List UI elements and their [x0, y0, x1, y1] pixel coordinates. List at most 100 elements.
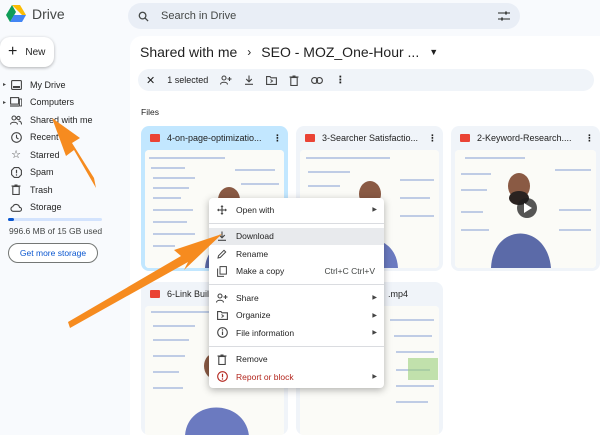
more-options-icon[interactable]: ⋮	[335, 75, 345, 86]
menu-item-label: Download	[236, 231, 274, 242]
drive-logo[interactable]: Drive	[6, 5, 65, 23]
menu-item-download[interactable]: Download	[209, 227, 384, 245]
sidebar-item-recent[interactable]: Recent	[0, 129, 120, 147]
menu-item-file-information[interactable]: File information ▶	[209, 324, 384, 342]
menu-divider	[209, 345, 384, 347]
submenu-arrow-icon: ▶	[372, 374, 377, 381]
sidebar-item-label: Computers	[30, 97, 75, 108]
clock-icon	[10, 131, 22, 143]
download-icon[interactable]	[244, 75, 254, 85]
copy-icon	[216, 265, 228, 277]
clear-selection-icon[interactable]: ✕	[146, 74, 155, 87]
menu-item-label: File information	[236, 327, 295, 338]
share-person-icon	[216, 293, 228, 303]
sidebar-item-my-drive[interactable]: ▸ My Drive	[0, 76, 120, 94]
file-name: 2-Keyword-Research....	[477, 133, 572, 143]
menu-item-label: Make a copy	[236, 266, 285, 277]
move-to-folder-icon[interactable]	[266, 75, 278, 85]
breadcrumb-current[interactable]: SEO - MOZ_One-Hour ...	[261, 44, 419, 60]
expand-caret-icon[interactable]: ▸	[3, 99, 9, 106]
sidebar-item-shared-with-me[interactable]: Shared with me	[0, 111, 120, 129]
trash-icon	[10, 184, 22, 196]
sidebar-item-starred[interactable]: ☆ Starred	[0, 146, 120, 164]
drive-logo-icon	[6, 5, 26, 22]
shared-icon	[10, 114, 22, 126]
sidebar-nav: ▸ My Drive ▸ Computers Shared with me Re…	[0, 76, 120, 216]
menu-item-rename[interactable]: Rename	[209, 245, 384, 263]
sidebar-item-label: Shared with me	[30, 114, 93, 125]
files-section-label: Files	[141, 107, 159, 117]
submenu-arrow-icon: ▶	[372, 207, 377, 214]
storage-usage-text: 996.6 MB of 15 GB used	[9, 226, 103, 236]
menu-item-label: Open with	[236, 204, 275, 215]
chevron-right-icon: ›	[247, 45, 252, 59]
menu-item-open-with[interactable]: Open with ▶	[209, 201, 384, 219]
menu-item-label: Remove	[236, 354, 268, 365]
sidebar-item-label: Spam	[30, 167, 54, 178]
my-drive-icon	[10, 79, 22, 91]
star-icon: ☆	[11, 149, 21, 162]
menu-item-label: Organize	[236, 310, 271, 321]
menu-item-label: Share	[236, 292, 259, 303]
search-options-icon[interactable]	[498, 11, 510, 21]
storage-progress-fill	[8, 218, 15, 221]
sidebar-item-label: Recent	[30, 132, 59, 143]
sidebar-item-label: Starred	[30, 149, 60, 160]
computer-icon	[10, 96, 22, 108]
menu-item-shortcut: Ctrl+C Ctrl+V	[324, 266, 375, 277]
storage-progress-bar	[8, 218, 102, 221]
sidebar-item-trash[interactable]: Trash	[0, 181, 120, 199]
submenu-arrow-icon: ▶	[372, 295, 377, 302]
search-input[interactable]: Search in Drive	[161, 10, 498, 22]
menu-item-report-or-block[interactable]: Report or block ▶	[209, 368, 384, 386]
file-name: .mp4	[388, 289, 409, 299]
expand-caret-icon[interactable]: ▸	[3, 81, 9, 88]
video-file-icon	[150, 134, 160, 142]
sidebar-item-storage[interactable]: Storage	[0, 199, 120, 217]
submenu-arrow-icon: ▶	[372, 312, 377, 319]
new-button-label: New	[25, 46, 46, 58]
more-options-icon[interactable]: ⋮	[273, 133, 282, 144]
file-name: 3-Searcher Satisfactio...	[322, 133, 419, 143]
pencil-icon	[216, 249, 228, 259]
trash-icon[interactable]	[289, 75, 299, 86]
report-icon	[216, 371, 228, 383]
spam-icon	[10, 166, 22, 178]
menu-divider	[209, 222, 384, 224]
file-name: 4-on-page-optimizatio...	[167, 133, 262, 143]
sidebar-item-spam[interactable]: Spam	[0, 164, 120, 182]
submenu-arrow-icon: ▶	[372, 330, 377, 337]
search-icon	[138, 11, 149, 22]
app-name: Drive	[32, 6, 65, 22]
cloud-icon	[10, 201, 22, 213]
search-bar[interactable]: Search in Drive	[128, 3, 520, 29]
breadcrumb-root[interactable]: Shared with me	[140, 44, 237, 60]
selection-toolbar: ✕ 1 selected ⋮	[138, 69, 594, 91]
folder-move-icon	[216, 310, 228, 320]
sidebar-item-computers[interactable]: ▸ Computers	[0, 94, 120, 112]
context-menu: Open with ▶ Download Rename Make a copy …	[209, 198, 384, 388]
menu-item-share[interactable]: Share ▶	[209, 289, 384, 307]
video-file-icon	[305, 134, 315, 142]
trash-icon	[216, 354, 228, 365]
video-file-icon	[460, 134, 470, 142]
video-thumbnail	[455, 150, 596, 268]
share-person-icon[interactable]	[220, 75, 232, 85]
menu-item-remove[interactable]: Remove	[209, 351, 384, 369]
file-card[interactable]: 2-Keyword-Research.... ⋮	[451, 126, 600, 271]
dropdown-caret-icon[interactable]: ▼	[429, 47, 438, 57]
link-icon[interactable]	[311, 76, 324, 84]
new-button[interactable]: + New	[0, 37, 54, 67]
menu-item-label: Rename	[236, 248, 269, 259]
download-icon	[216, 231, 228, 242]
more-options-icon[interactable]: ⋮	[585, 133, 594, 144]
info-icon	[216, 327, 228, 339]
sidebar-item-label: My Drive	[30, 79, 66, 90]
menu-item-organize[interactable]: Organize ▶	[209, 307, 384, 325]
menu-item-make-copy[interactable]: Make a copy Ctrl+C Ctrl+V	[209, 263, 384, 281]
get-more-storage-button[interactable]: Get more storage	[8, 243, 98, 263]
selected-count: 1 selected	[167, 75, 209, 85]
plus-icon: +	[8, 43, 18, 60]
move-arrows-icon	[216, 204, 228, 215]
more-options-icon[interactable]: ⋮	[428, 133, 437, 144]
